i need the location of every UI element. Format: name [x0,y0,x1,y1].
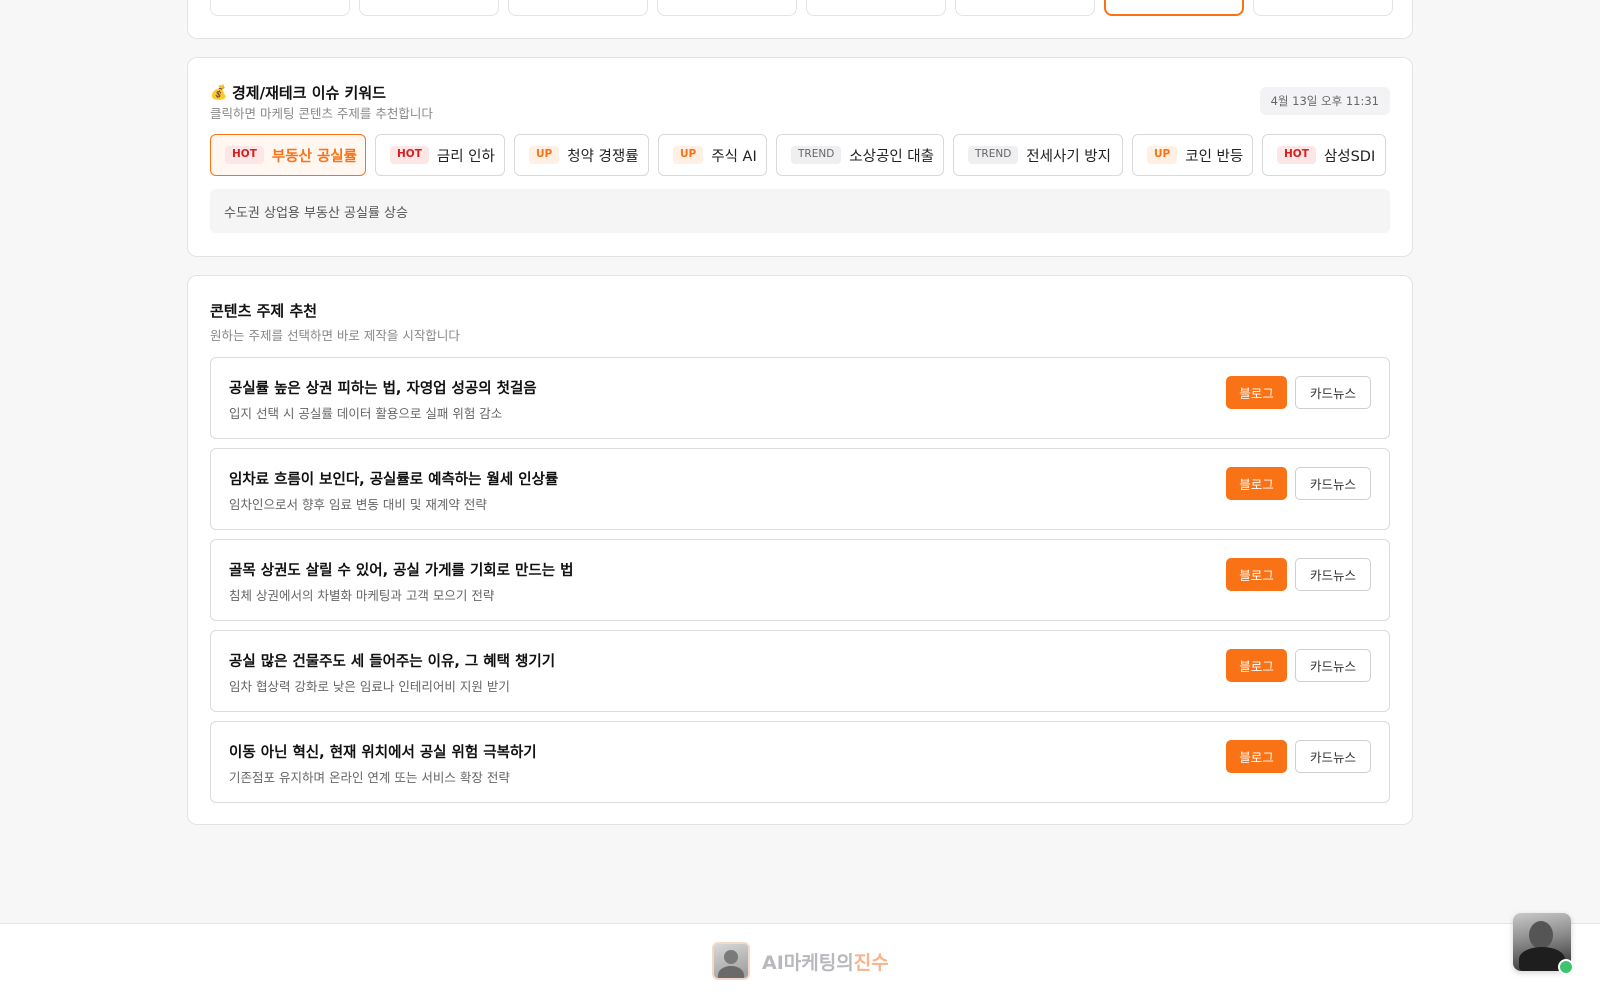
topic-item-title: 공실률 높은 상권 피하는 법, 자영업 성공의 첫걸음 [229,381,537,397]
topic-item-title: 이동 아닌 혁신, 현재 위치에서 공실 위험 극복하기 [229,745,537,761]
keyword-section-title: 경제/재테크 이슈 키워드 [232,84,386,102]
category-tab[interactable] [806,0,946,16]
footer-brand[interactable]: AI마케팅의진수 [712,942,889,980]
footer: AI마케팅의진수 [0,923,1600,1000]
avatar-face [1529,921,1553,949]
keyword-description: 수도권 상업용 부동산 공실률 상승 [210,189,1390,233]
cardnews-button[interactable]: 카드뉴스 [1295,740,1371,773]
keyword-chip-label: 삼성SDI [1323,148,1376,165]
money-bag-icon: 💰 [210,84,228,101]
topic-item[interactable]: 임차료 흐름이 보인다, 공실률로 예측하는 월세 인상률 임차인으로서 향후 … [210,448,1390,530]
keyword-header: 💰 경제/재테크 이슈 키워드 [210,82,386,103]
blog-button[interactable]: 블로그 [1226,649,1287,682]
updated-timestamp: 4월 13일 오후 11:31 [1259,87,1390,115]
hot-badge: HOT [225,146,264,164]
brand-name: AI마케팅의진수 [762,948,889,975]
floating-chat-avatar[interactable] [1513,913,1574,975]
category-tab[interactable] [210,0,350,16]
topic-section-title: 콘텐츠 주제 추천 [210,302,318,320]
blog-button[interactable]: 블로그 [1226,376,1287,409]
topic-item-desc: 침체 상권에서의 차별화 마케팅과 고객 모으기 전략 [229,588,495,603]
category-tab[interactable] [955,0,1095,16]
keyword-chip-label: 주식 AI [711,148,757,165]
blog-button[interactable]: 블로그 [1226,467,1287,500]
keyword-chip-stock-ai[interactable]: UP 주식 AI [658,134,767,176]
cardnews-button[interactable]: 카드뉴스 [1295,467,1371,500]
category-tab[interactable] [359,0,499,16]
topic-item[interactable]: 공실률 높은 상권 피하는 법, 자영업 성공의 첫걸음 입지 선택 시 공실률… [210,357,1390,439]
topic-item-desc: 입지 선택 시 공실률 데이터 활용으로 실패 위험 감소 [229,406,503,421]
topic-item-desc: 임차인으로서 향후 임료 변동 대비 및 재계약 전략 [229,497,487,512]
brand-name-accent: 진수 [853,951,889,974]
trend-badge: TREND [791,146,842,164]
up-badge: UP [673,146,704,164]
hot-badge: HOT [390,146,429,164]
keyword-chip-label: 금리 인하 [436,148,495,165]
cardnews-button[interactable]: 카드뉴스 [1295,558,1371,591]
topic-section-subtitle: 원하는 주제를 선택하면 바로 제작을 시작합니다 [210,328,460,343]
keyword-chip-jeonse-fraud[interactable]: TREND 전세사기 방지 [953,134,1123,176]
topic-card: 콘텐츠 주제 추천 원하는 주제를 선택하면 바로 제작을 시작합니다 공실률 … [187,275,1413,825]
topic-item-title: 공실 많은 건물주도 세 들어주는 이유, 그 혜택 챙기기 [229,654,556,670]
keyword-chip-label: 코인 반등 [1185,148,1244,165]
cardnews-button[interactable]: 카드뉴스 [1295,649,1371,682]
online-status-icon [1558,959,1574,975]
keyword-chip-samsung-sdi[interactable]: HOT 삼성SDI [1262,134,1386,176]
brand-avatar [712,942,750,980]
topic-item[interactable]: 골목 상권도 살릴 수 있어, 공실 가게를 기회로 만드는 법 침체 상권에서… [210,539,1390,621]
keyword-chip-label: 전세사기 방지 [1026,148,1111,165]
keyword-chip-label: 청약 경쟁률 [567,148,639,165]
keyword-chip-subscription[interactable]: UP 청약 경쟁률 [514,134,649,176]
blog-button[interactable]: 블로그 [1226,740,1287,773]
hot-badge: HOT [1277,146,1316,164]
keyword-card: 💰 경제/재테크 이슈 키워드 클릭하면 마케팅 콘텐츠 주제를 추천합니다 4… [187,57,1413,257]
keyword-chip-label: 소상공인 대출 [849,148,934,165]
keyword-section-subtitle: 클릭하면 마케팅 콘텐츠 주제를 추천합니다 [210,106,433,121]
keyword-chip-real-estate-vacancy[interactable]: HOT 부동산 공실률 [210,134,366,176]
up-badge: UP [529,146,560,164]
keyword-chip-label: 부동산 공실률 [271,148,357,165]
topic-item-desc: 기존점포 유지하며 온라인 연계 또는 서비스 확장 전략 [229,770,510,785]
blog-button[interactable]: 블로그 [1226,558,1287,591]
category-tab-active[interactable] [1104,0,1244,16]
trend-badge: TREND [968,146,1019,164]
category-tab[interactable] [657,0,797,16]
up-badge: UP [1147,146,1178,164]
category-tab[interactable] [1253,0,1393,16]
keyword-chip-small-business-loan[interactable]: TREND 소상공인 대출 [776,134,944,176]
brand-name-main: AI마케팅의 [762,951,854,974]
topic-item[interactable]: 공실 많은 건물주도 세 들어주는 이유, 그 혜택 챙기기 임차 협상력 강화… [210,630,1390,712]
keyword-chip-rate-cut[interactable]: HOT 금리 인하 [375,134,505,176]
topic-item[interactable]: 이동 아닌 혁신, 현재 위치에서 공실 위험 극복하기 기존점포 유지하며 온… [210,721,1390,803]
category-tab[interactable] [508,0,648,16]
topic-item-title: 임차료 흐름이 보인다, 공실률로 예측하는 월세 인상률 [229,472,559,488]
topic-item-desc: 임차 협상력 강화로 낮은 임료나 인테리어비 지원 받기 [229,679,510,694]
cardnews-button[interactable]: 카드뉴스 [1295,376,1371,409]
topic-item-title: 골목 상권도 살릴 수 있어, 공실 가게를 기회로 만드는 법 [229,563,574,579]
keyword-chip-coin-rebound[interactable]: UP 코인 반등 [1132,134,1253,176]
category-card [187,0,1413,39]
